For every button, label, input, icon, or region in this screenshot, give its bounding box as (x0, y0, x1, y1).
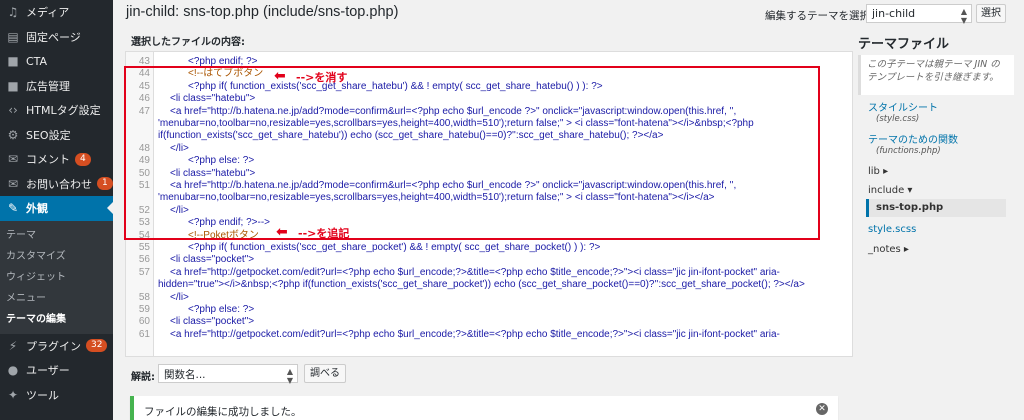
page-icon: ▤ (7, 29, 19, 44)
sidebar-item-code[interactable]: ‹› HTMLタグ設定 (0, 98, 113, 123)
theme-select[interactable]: jin-child ▲ ▼ (866, 4, 972, 25)
mail-icon: ✉ (7, 176, 19, 191)
submenu-item[interactable]: ウィジェット (0, 267, 113, 288)
annotation-add: -->を追記 (298, 227, 350, 240)
chevron-down-icon: ▲ ▼ (960, 7, 967, 25)
wrench-icon: ✦ (7, 387, 19, 402)
file-link-stylesheet[interactable]: スタイルシート (868, 99, 938, 114)
file-name: (functions.php) (876, 146, 941, 156)
sidebar-item-mail[interactable]: ✉ お問い合わせ 1 (0, 172, 113, 197)
sidebar-item-label: SEO設定 (26, 128, 71, 142)
submenu-item[interactable]: テーマ (0, 225, 113, 246)
file-link-current[interactable]: sns-top.php (866, 199, 1006, 217)
brush-icon: ✎ (7, 201, 19, 216)
page-title: jin-child: sns-top.php (include/sns-top.… (126, 4, 399, 20)
theme-description: この子テーマは親テーマ JIN のテンプレートを引き継ぎます。 (858, 55, 1014, 95)
code-text: <?php if( function_exists('scc_get_share… (188, 242, 601, 253)
code-text: hidden="true"></i>&nbsp;<?php if(functio… (158, 279, 805, 291)
docs-label: 解説: (131, 372, 155, 383)
code-text: </li> (170, 291, 189, 303)
sidebar-item-label: 外観 (26, 202, 48, 216)
arrow-left-icon: ⬅ (274, 68, 286, 84)
sidebar-item-label: 広告管理 (26, 79, 70, 93)
code-icon: ‹› (8, 103, 18, 118)
ad-icon: ■ (7, 78, 19, 93)
appearance-submenu: テーマ カスタマイズ ウィジェット メニュー テーマの編集 (0, 220, 113, 334)
highlight-box (124, 66, 820, 240)
sidebar-item-label: 固定ページ (26, 30, 81, 44)
submenu-item[interactable]: カスタマイズ (0, 246, 113, 267)
code-text: <?php else: ?> (188, 304, 255, 315)
count-badge: 32 (86, 339, 108, 353)
success-notice: ファイルの編集に成功しました。 (130, 396, 838, 420)
folder-lib[interactable]: lib ▸ (868, 166, 888, 177)
sidebar-item-cta[interactable]: ■ CTA (0, 49, 113, 74)
sidebar-item-brush[interactable]: ✎ 外観 (0, 196, 113, 221)
file-name: (style.css) (876, 114, 920, 124)
sidebar-item-label: ツール (26, 388, 59, 402)
chevron-down-icon: ▲ ▼ (286, 367, 293, 385)
media-icon: ♫ (7, 5, 19, 20)
line-number: 58 (138, 291, 150, 303)
function-select[interactable]: 関数名... ▲ ▼ (158, 364, 298, 385)
line-number: 57 (138, 266, 150, 278)
annotation-remove: -->を消す (296, 71, 348, 84)
lookup-button[interactable]: 調べる (304, 364, 346, 383)
folder-include[interactable]: include ▾ (868, 185, 912, 196)
sidebar-item-ad[interactable]: ■ 広告管理 (0, 74, 113, 99)
user-icon: ● (7, 363, 19, 378)
count-badge: 4 (75, 152, 91, 166)
select-theme-button[interactable]: 選択 (976, 4, 1006, 23)
close-icon[interactable]: ✕ (816, 403, 828, 415)
submenu-item[interactable]: メニュー (0, 288, 113, 309)
folder-notes[interactable]: _notes ▸ (868, 244, 909, 255)
sidebar-item-label: メディア (26, 6, 70, 20)
admin-sidebar: ♫ メディア ▤ 固定ページ ■ CTA ■ 広告管理 ‹› HTMLタグ設定 ⚙ SEO設定 ✉ コメン… (0, 0, 113, 420)
line-number: 55 (138, 242, 150, 253)
submenu-item[interactable]: テーマの編集 (0, 309, 113, 330)
sidebar-item-user[interactable]: ● ユーザー (0, 358, 113, 383)
theme-select-label: 編集するテーマを選択: (765, 10, 874, 22)
code-text: <a href="http://getpocket.com/edit?url=<… (170, 328, 780, 340)
sidebar-item-page[interactable]: ▤ 固定ページ (0, 25, 113, 50)
arrow-left-icon: ⬅ (276, 224, 288, 240)
theme-files-title: テーマファイル (858, 36, 950, 51)
sidebar-item-comment[interactable]: ✉ コメント 4 (0, 147, 113, 172)
count-badge: 1 (97, 177, 113, 191)
sidebar-item-wrench[interactable]: ✦ ツール (0, 383, 113, 408)
sidebar-item-label: プラグイン (26, 339, 81, 353)
sidebar-item-media[interactable]: ♫ メディア (0, 0, 113, 25)
sidebar-item-gear[interactable]: ⚙ SEO設定 (0, 123, 113, 148)
code-text: <li class="pocket"> (170, 316, 255, 328)
code-text: <li class="pocket"> (170, 254, 255, 266)
sidebar-item-label: ユーザー (26, 364, 70, 378)
code-text: <a href="http://getpocket.com/edit?url=<… (170, 266, 780, 278)
sidebar-item-label: HTMLタグ設定 (26, 104, 101, 118)
line-number: 59 (138, 304, 150, 315)
sidebar-item-label: お問い合わせ (26, 177, 92, 191)
theme-select-value: jin-child (872, 7, 916, 20)
file-link-functions[interactable]: テーマのための関数 (868, 131, 958, 146)
line-number: 60 (138, 316, 150, 328)
cta-icon: ■ (7, 54, 19, 69)
notice-text: ファイルの編集に成功しました。 (144, 406, 302, 418)
sidebar-item-plugin[interactable]: ⚡ プラグイン 32 (0, 334, 113, 359)
plugin-icon: ⚡ (8, 338, 18, 353)
comment-icon: ✉ (7, 152, 19, 167)
function-select-value: 関数名... (164, 369, 206, 381)
file-content-label: 選択したファイルの内容: (131, 37, 245, 48)
line-number: 56 (138, 254, 150, 266)
gear-icon: ⚙ (7, 127, 19, 142)
sidebar-item-label: コメント (26, 153, 70, 167)
file-link-style-scss[interactable]: style.scss (868, 224, 916, 235)
sidebar-item-label: CTA (26, 54, 48, 68)
line-number: 61 (138, 328, 150, 340)
